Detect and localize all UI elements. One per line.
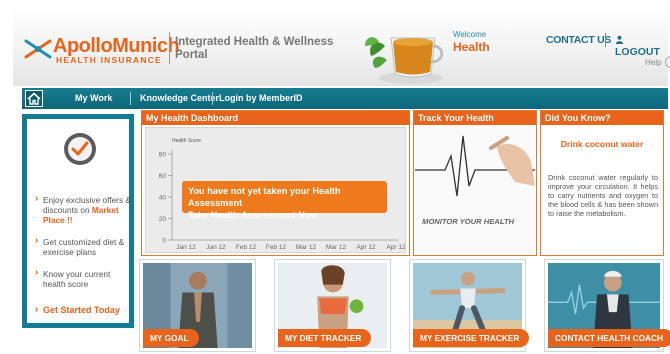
panel-title: Track Your Health bbox=[414, 111, 536, 125]
nav-separator bbox=[130, 92, 131, 105]
track-health-panel: Track Your Health MONITOR YOUR HEALTH bbox=[413, 110, 537, 256]
y-tick-label: 20 bbox=[159, 216, 167, 223]
nav-my-work[interactable]: My Work bbox=[75, 93, 112, 103]
home-button[interactable] bbox=[25, 90, 43, 107]
contact-us-link[interactable]: CONTACT US bbox=[546, 34, 611, 46]
help-icon[interactable]: ? bbox=[665, 56, 670, 68]
health-score-chart: Health Score 0 20 40 60 80 Jan 12 Jan 12 Feb 12 F… bbox=[145, 127, 406, 253]
y-tick-label: 40 bbox=[159, 195, 167, 202]
tip-heading: Drink coconut water bbox=[560, 139, 644, 149]
nav-knowledge-center[interactable]: Knowledge Center bbox=[140, 93, 219, 103]
y-tick-label: 80 bbox=[159, 152, 167, 159]
take-assessment-link[interactable]: Take Health Assessmont Now bbox=[188, 209, 381, 221]
header-divider bbox=[169, 32, 170, 64]
my-exercise-tracker-tile[interactable]: MY EXERCISE TRACKER bbox=[409, 259, 530, 352]
tile-label: CONTACT HEALTH COACH bbox=[548, 329, 670, 347]
benefit-health-score: Know your current health score bbox=[35, 268, 131, 289]
health-dashboard-panel: My Health Dashboard Health Score 0 20 40 60 8… bbox=[141, 110, 410, 256]
x-tick-label: Jan 12 bbox=[206, 244, 226, 251]
x-tick-label: Mar 12 bbox=[296, 244, 317, 251]
x-tick-label: Apr 12 bbox=[356, 244, 376, 251]
contact-health-coach-tile[interactable]: CONTACT HEALTH COACH bbox=[544, 259, 670, 352]
main-nav: My Work Knowledge Center Login by Member… bbox=[22, 88, 668, 109]
welcome-user-name: Health bbox=[453, 40, 490, 54]
tile-label: MY GOAL bbox=[143, 329, 199, 347]
home-icon bbox=[27, 92, 41, 105]
help-link[interactable]: Help bbox=[645, 58, 661, 67]
logo-subtitle: HEALTH INSURANCE bbox=[56, 55, 162, 65]
benefits-panel: Enjoy exclusive offers & discounts on Ma… bbox=[22, 114, 134, 328]
logo-mark-icon bbox=[24, 39, 52, 59]
header-separator bbox=[605, 33, 606, 47]
tea-cup-image bbox=[365, 37, 444, 84]
x-tick-label: Apr 12 bbox=[386, 244, 405, 251]
logout-link[interactable]: LOGOUT bbox=[615, 34, 668, 58]
y-tick-label: 0 bbox=[162, 238, 166, 245]
tile-label: MY DIET TRACKER bbox=[278, 329, 372, 347]
heartbeat-illustration[interactable] bbox=[415, 126, 535, 254]
tile-label: MY EXERCISE TRACKER bbox=[413, 329, 530, 347]
panel-title: Did You Know? bbox=[541, 111, 663, 125]
clock-icon bbox=[64, 133, 96, 165]
user-icon bbox=[615, 35, 624, 44]
assessment-message: You have not yet taken your Health Asses… bbox=[188, 186, 341, 208]
apollo-munich-logo[interactable]: ApolloMunich HEALTH INSURANCE bbox=[23, 35, 180, 67]
health-assessment-banner[interactable]: You have not yet taken your Health Asses… bbox=[182, 181, 387, 220]
welcome-label: Welcome bbox=[453, 30, 487, 39]
x-tick-label: Mar 12 bbox=[326, 244, 347, 251]
benefit-diet-plans: Get customized diet & exercise plans bbox=[35, 236, 131, 257]
x-tick-label: Feb 12 bbox=[236, 244, 257, 251]
nav-separator bbox=[212, 92, 213, 105]
x-tick-label: Feb 12 bbox=[266, 244, 287, 251]
chart-title: Health Score bbox=[172, 138, 201, 144]
did-you-know-panel: Did You Know? Drink coconut water Drink … bbox=[540, 110, 664, 256]
header: ApolloMunich HEALTH INSURANCE Integrated… bbox=[13, 8, 670, 86]
y-tick-label: 60 bbox=[159, 173, 167, 180]
get-started-link[interactable]: Get Started Today bbox=[35, 304, 120, 315]
portal-title: Integrated Health & Wellness Portal bbox=[175, 36, 334, 61]
panel-title: My Health Dashboard bbox=[142, 111, 409, 125]
benefit-market-place[interactable]: Enjoy exclusive offers & discounts on Ma… bbox=[35, 194, 131, 225]
nav-login-by-memberid[interactable]: Login by MemberID bbox=[219, 93, 303, 103]
monitor-caption: MONITOR YOUR HEALTH bbox=[422, 217, 514, 226]
x-tick-label: Jan 12 bbox=[176, 244, 196, 251]
tip-body: Drink coconut water regularly to improve… bbox=[548, 173, 658, 218]
my-diet-tracker-tile[interactable]: MY DIET TRACKER bbox=[274, 259, 391, 352]
my-goal-tile[interactable]: MY GOAL bbox=[139, 259, 256, 352]
